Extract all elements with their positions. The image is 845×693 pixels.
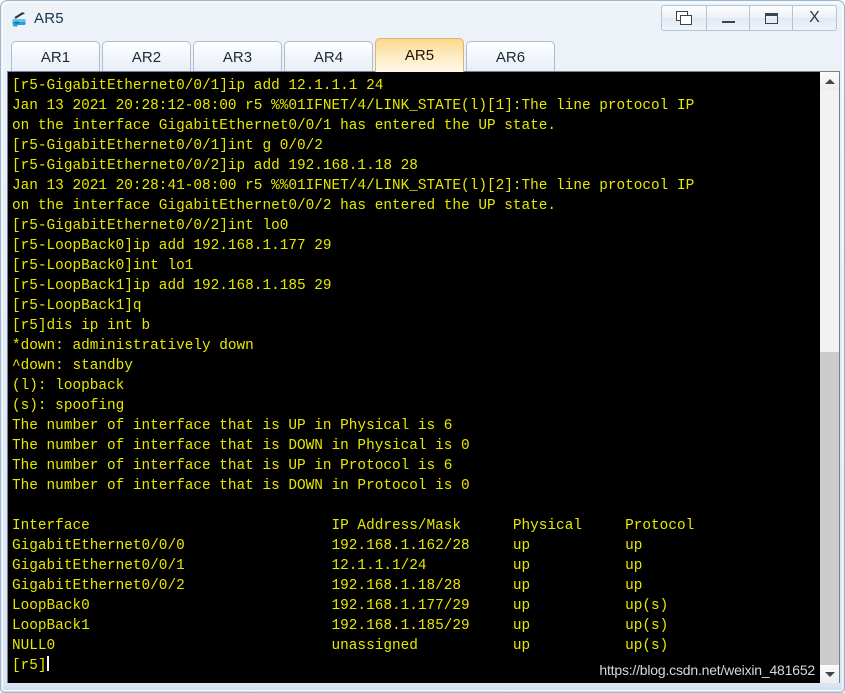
tab-ar1[interactable]: AR1 (11, 41, 100, 72)
console-line: The number of interface that is DOWN in … (12, 478, 470, 494)
console-line: Jan 13 2021 20:28:41-08:00 r5 %%01IFNET/… (12, 178, 695, 194)
console-line: ^down: standby (12, 358, 133, 374)
tab-label: AR2 (131, 48, 162, 66)
console-line: The number of interface that is UP in Ph… (12, 418, 453, 434)
console-line: [r5-LoopBack0]ip add 192.168.1.177 29 (12, 238, 332, 254)
interface-table-row: LoopBack1 192.168.1.185/29 up up(s) (12, 618, 669, 634)
terminal-window: AR5 X AR1 AR2 AR3 AR4 AR5 AR6 [r5-Gigabi… (0, 0, 845, 693)
tab-ar6[interactable]: AR6 (466, 41, 555, 72)
scroll-down-button[interactable] (820, 665, 839, 683)
terminal-panel: [r5-GigabitEthernet0/0/1]ip add 12.1.1.1… (7, 71, 840, 684)
console-line: Jan 13 2021 20:28:12-08:00 r5 %%01IFNET/… (12, 98, 695, 114)
window-bottom-bar (1, 683, 844, 692)
console-line: on the interface GigabitEthernet0/0/1 ha… (12, 118, 557, 134)
command-prompt-line: [r5] (12, 656, 819, 676)
tab-label: AR1 (40, 48, 71, 66)
vertical-scrollbar[interactable] (819, 72, 839, 683)
restore-windows-icon (675, 10, 693, 26)
router-tab-strip: AR1 AR2 AR3 AR4 AR5 AR6 (7, 34, 840, 72)
window-title: AR5 (34, 10, 64, 27)
title-bar[interactable]: AR5 X (1, 1, 844, 36)
close-button[interactable]: X (793, 5, 837, 31)
restore-button[interactable] (661, 5, 707, 31)
interface-table-row: LoopBack0 192.168.1.177/29 up up(s) (12, 598, 669, 614)
console-line: The number of interface that is UP in Pr… (12, 458, 453, 474)
console-output[interactable]: [r5-GigabitEthernet0/0/1]ip add 12.1.1.1… (8, 72, 819, 683)
console-line: [r5-LoopBack0]int lo1 (12, 258, 194, 274)
chevron-up-icon (824, 78, 835, 84)
close-icon: X (809, 9, 820, 26)
tab-ar3[interactable]: AR3 (193, 41, 282, 72)
scroll-up-button[interactable] (820, 72, 839, 90)
tab-label: AR5 (404, 47, 435, 64)
window-controls: X (661, 5, 837, 31)
tab-label: AR6 (495, 48, 526, 66)
console-line: [r5-GigabitEthernet0/0/1]int g 0/0/2 (12, 138, 323, 154)
console-line: (l): loopback (12, 378, 125, 394)
scrollbar-track[interactable] (820, 90, 839, 665)
console-line: [r5-LoopBack1]ip add 192.168.1.185 29 (12, 278, 332, 294)
interface-table-row: GigabitEthernet0/0/0 192.168.1.162/28 up… (12, 538, 643, 554)
tab-label: AR4 (313, 48, 344, 66)
console-line: [r5-LoopBack1]q (12, 298, 142, 314)
console-line: The number of interface that is DOWN in … (12, 438, 470, 454)
chevron-down-icon (824, 671, 835, 677)
prompt-text: [r5] (12, 658, 47, 674)
tab-ar4[interactable]: AR4 (284, 41, 373, 72)
console-line: [r5-GigabitEthernet0/0/2]ip add 192.168.… (12, 158, 418, 174)
interface-table-header: Interface IP Address/Mask Physical Proto… (12, 518, 695, 534)
tab-label: AR3 (222, 48, 253, 66)
router-icon (10, 10, 29, 29)
console-line: on the interface GigabitEthernet0/0/2 ha… (12, 198, 557, 214)
maximize-icon (764, 12, 778, 24)
tab-ar5[interactable]: AR5 (375, 38, 464, 72)
console-line: [r5]dis ip int b (12, 318, 151, 334)
tab-ar2[interactable]: AR2 (102, 41, 191, 72)
console-line: *down: administratively down (12, 338, 254, 354)
interface-table-row: NULL0 unassigned up up(s) (12, 638, 669, 654)
interface-table-row: GigabitEthernet0/0/2 192.168.1.18/28 up … (12, 578, 643, 594)
minimize-icon (721, 21, 735, 23)
minimize-button[interactable] (707, 5, 750, 31)
console-line: [r5-GigabitEthernet0/0/1]ip add 12.1.1.1… (12, 78, 384, 94)
scrollbar-thumb[interactable] (820, 352, 839, 665)
maximize-button[interactable] (750, 5, 793, 31)
console-line: (s): spoofing (12, 398, 125, 414)
text-cursor (46, 656, 49, 671)
interface-table-row: GigabitEthernet0/0/1 12.1.1.1/24 up up (12, 558, 643, 574)
console-line: [r5-GigabitEthernet0/0/2]int lo0 (12, 218, 289, 234)
